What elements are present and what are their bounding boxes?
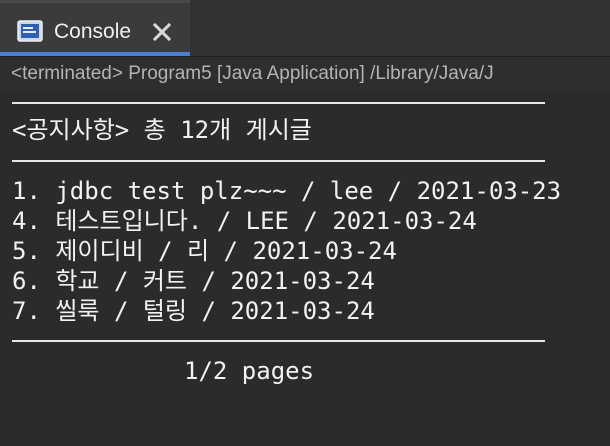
pagination-text: 1/2 pages xyxy=(184,357,315,385)
board-header: <공지사항> 총 12개 게시글 xyxy=(12,116,312,144)
tab-console[interactable]: Console xyxy=(0,0,190,56)
view-tab-bar: Console xyxy=(0,0,610,56)
launch-status-bar: <terminated> Program5 [Java Application]… xyxy=(0,56,610,90)
close-icon[interactable] xyxy=(151,21,173,43)
post-row: 6. 학교 / 커트 / 2021-03-24 xyxy=(12,267,375,295)
separator-line xyxy=(12,340,545,342)
process-status-text: <terminated> Program5 [Java Application]… xyxy=(11,63,494,84)
post-row: 4. 테스트입니다. / LEE / 2021-03-24 xyxy=(12,207,477,235)
console-icon xyxy=(17,20,43,42)
separator-line xyxy=(12,102,545,104)
post-row: 7. 씰룩 / 털링 / 2021-03-24 xyxy=(12,297,375,325)
post-row: 1. jdbc test plz~~~ / lee / 2021-03-23 xyxy=(12,177,562,205)
post-row: 5. 제이디비 / 리 / 2021-03-24 xyxy=(12,237,397,265)
console-output[interactable]: <공지사항> 총 12개 게시글 1. jdbc test plz~~~ / l… xyxy=(0,90,610,446)
separator-line xyxy=(12,160,545,162)
tab-console-label: Console xyxy=(54,20,132,43)
